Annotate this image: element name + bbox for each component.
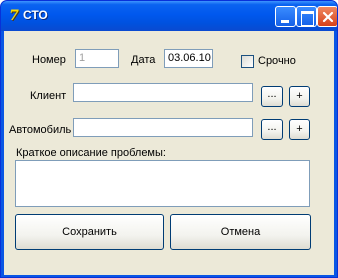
app-window: 7 СТО Номер 1 Дата 03.06.10 Срочно Клиен…: [0, 0, 338, 278]
minimize-button[interactable]: [275, 6, 296, 27]
save-button[interactable]: Сохранить: [15, 214, 164, 250]
client-field[interactable]: [73, 83, 253, 102]
car-browse-button[interactable]: ...: [261, 119, 283, 140]
urgent-label: Срочно: [258, 55, 296, 67]
title-bar[interactable]: 7 СТО: [1, 1, 337, 31]
urgent-checkbox[interactable]: [241, 55, 254, 68]
maximize-button[interactable]: [296, 6, 317, 27]
car-add-button[interactable]: +: [289, 119, 310, 140]
car-label: Автомобиль: [9, 124, 72, 136]
client-browse-button[interactable]: ...: [261, 86, 283, 107]
app-icon[interactable]: 7: [6, 8, 22, 24]
client-label: Клиент: [30, 90, 67, 102]
cancel-button[interactable]: Отмена: [170, 214, 311, 250]
form-area: Номер 1 Дата 03.06.10 Срочно Клиент ... …: [4, 31, 334, 275]
close-icon: [322, 11, 334, 23]
problem-textarea[interactable]: [15, 160, 310, 207]
client-add-button[interactable]: +: [289, 86, 310, 107]
car-field[interactable]: [73, 118, 253, 137]
window-title: СТО: [23, 8, 48, 22]
date-field[interactable]: 03.06.10: [164, 49, 213, 68]
date-label: Дата: [131, 54, 156, 66]
close-button[interactable]: [317, 6, 337, 27]
problem-label: Краткое описание проблемы:: [16, 147, 166, 159]
number-field[interactable]: 1: [75, 49, 119, 68]
number-label: Номер: [32, 54, 66, 66]
